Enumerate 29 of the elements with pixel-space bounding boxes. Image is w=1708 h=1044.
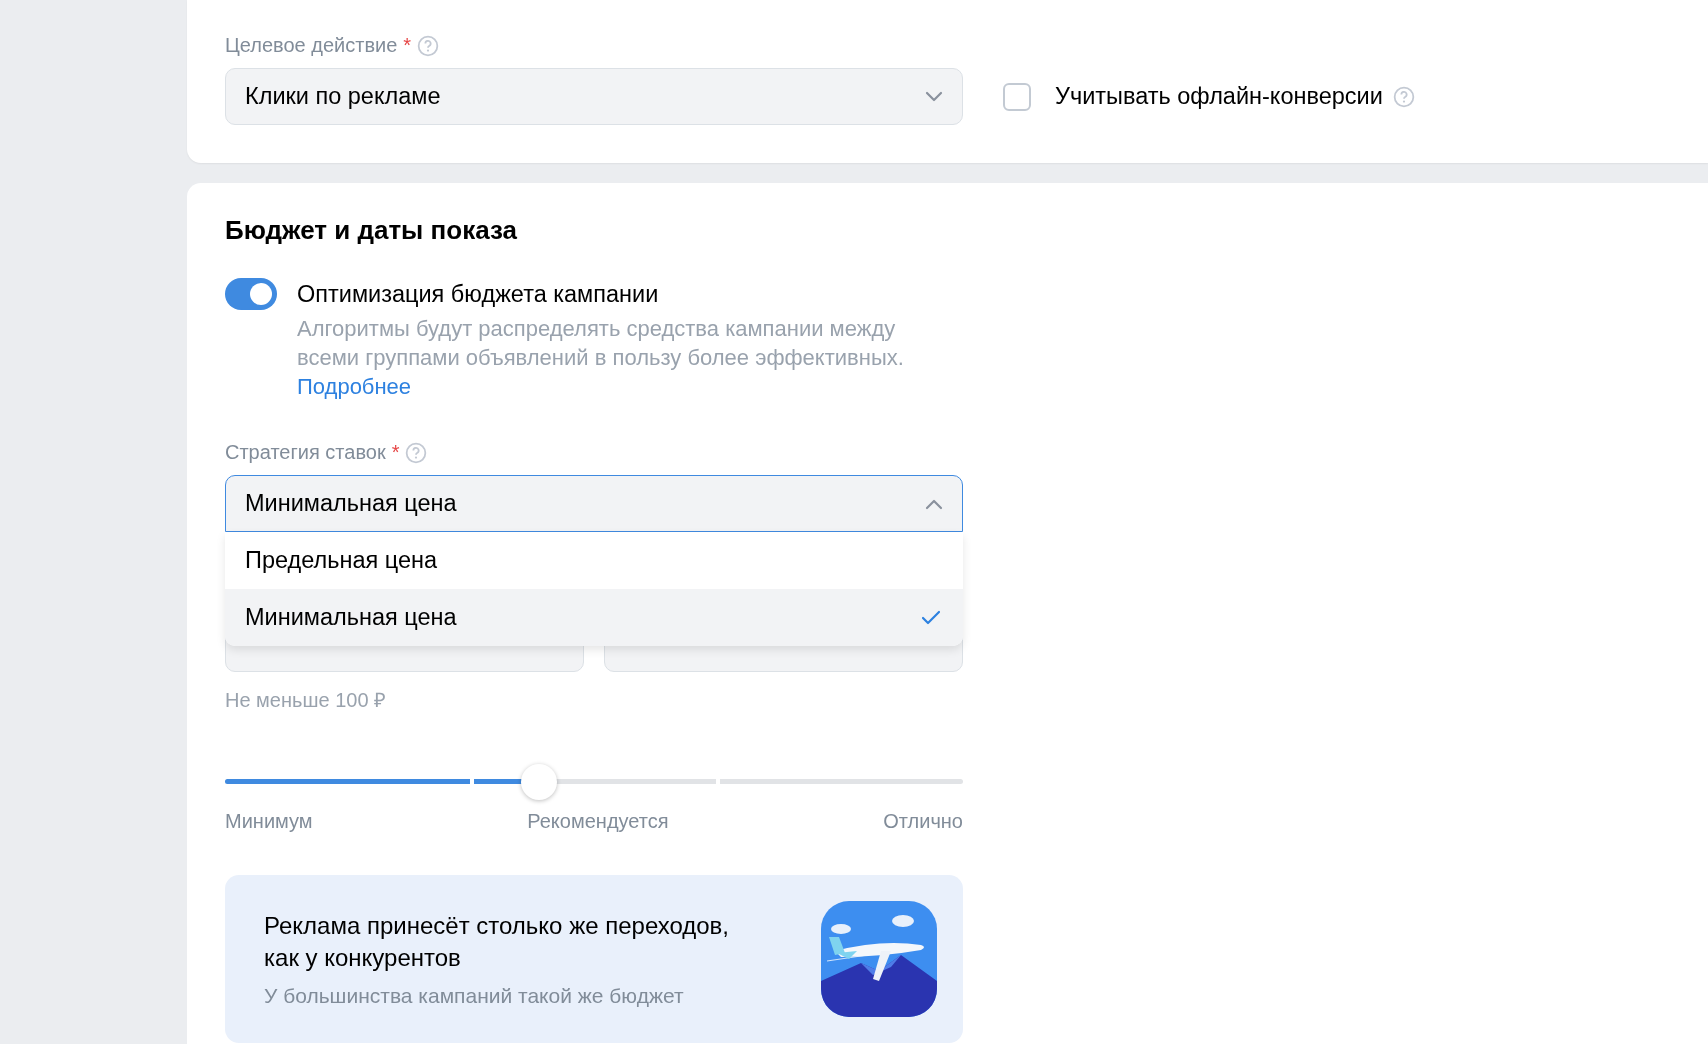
strategy-select[interactable]: Минимальная цена bbox=[225, 475, 963, 532]
more-link[interactable]: Подробнее bbox=[297, 374, 412, 399]
slider-thumb[interactable] bbox=[520, 763, 557, 800]
slider-label: Минимум bbox=[225, 810, 313, 833]
field-label: Целевое действие bbox=[225, 34, 398, 57]
dropdown-option[interactable]: Предельная цена bbox=[225, 532, 963, 589]
help-icon[interactable] bbox=[417, 34, 440, 57]
help-icon[interactable] bbox=[405, 441, 428, 464]
toggle-label: Оптимизация бюджета кампании bbox=[297, 280, 660, 309]
banner-title: Реклама принесёт столько же переходов, как у конкурентов bbox=[264, 911, 731, 973]
chevron-up-icon bbox=[924, 497, 944, 510]
field-label: Стратегия ставок bbox=[225, 441, 386, 464]
required-mark: * bbox=[391, 441, 400, 464]
checkbox-label: Учитывать офлайн-конверсии bbox=[1055, 83, 1383, 110]
section-title: Бюджет и даты показа bbox=[225, 215, 518, 246]
target-action-select[interactable]: Клики по рекламе bbox=[225, 68, 963, 125]
help-icon[interactable] bbox=[1392, 85, 1415, 108]
dropdown-option[interactable]: Минимальная цена bbox=[225, 589, 963, 646]
description-text: Алгоритмы будут распределять средства кампании между всеми группами объявлений в пользу более эффективных. Подробнее bbox=[297, 315, 905, 401]
chevron-down-icon bbox=[924, 90, 944, 103]
checkmark-icon bbox=[921, 609, 941, 626]
slider-label: Отлично bbox=[883, 810, 963, 833]
checkbox[interactable] bbox=[1003, 82, 1031, 111]
hint-text: Не меньше 100 ₽ bbox=[225, 688, 388, 713]
toggle-switch[interactable] bbox=[225, 278, 277, 310]
slider-label: Рекомендуется bbox=[527, 810, 669, 833]
required-mark: * bbox=[403, 34, 412, 57]
banner-subtitle: У большинства кампаний такой же бюджет bbox=[264, 984, 685, 1008]
airplane-icon bbox=[821, 901, 937, 1017]
